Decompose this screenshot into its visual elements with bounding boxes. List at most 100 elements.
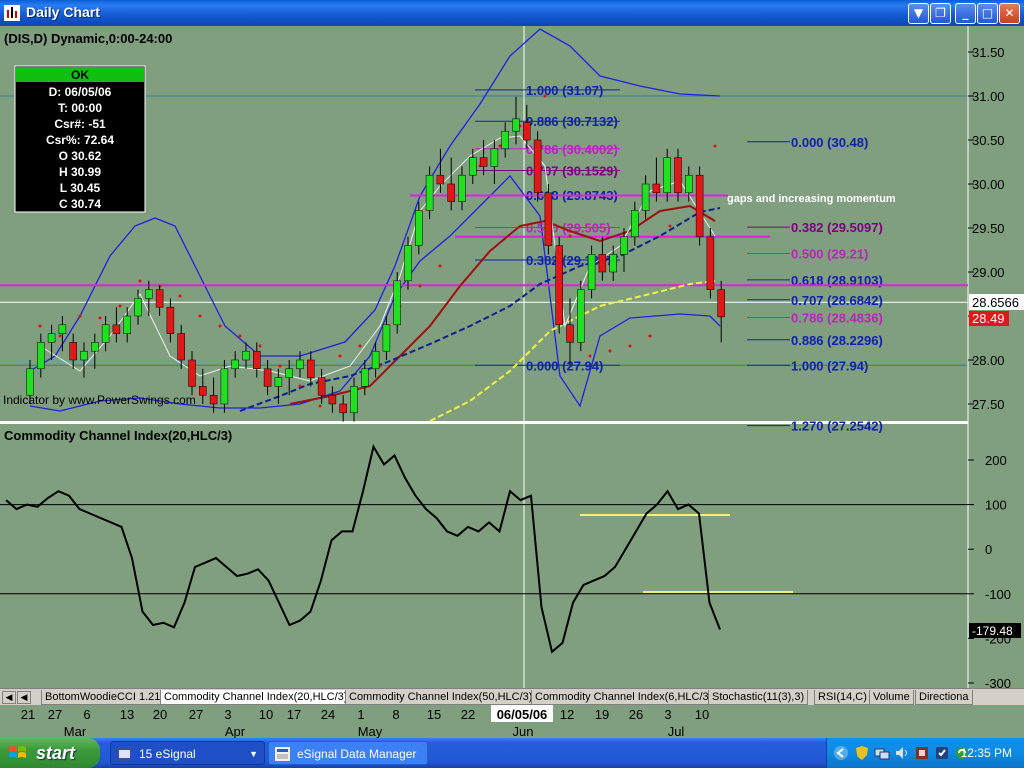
volume-icon[interactable]	[894, 745, 910, 761]
date-day-label: 17	[287, 707, 301, 722]
candle-body	[231, 359, 239, 370]
candle-body	[37, 342, 45, 370]
candle-body	[361, 368, 369, 387]
date-day-label: 22	[461, 707, 475, 722]
candle-body	[145, 289, 153, 299]
window-titlebar[interactable]: Daily Chart ▼ ❐ _ □ ✕	[0, 0, 1024, 26]
sar-dot	[648, 334, 652, 338]
clock: 12:35 PM	[960, 746, 1012, 760]
candle-body	[285, 368, 293, 378]
tab-cci-6[interactable]: Commodity Channel Index(6,HLC/3)	[531, 690, 717, 705]
back-arrow-icon[interactable]	[833, 745, 849, 761]
sar-dot	[138, 279, 142, 283]
fib-right-label: 0.382 (29.5097)	[791, 220, 883, 235]
window-title: Daily Chart	[26, 4, 100, 20]
network-icon[interactable]	[874, 745, 890, 761]
candle-body	[317, 377, 326, 396]
cursor-status: OK	[71, 68, 89, 82]
app-tray-icon[interactable]	[914, 745, 930, 761]
sar-dot	[238, 334, 242, 338]
taskbar-label-data-manager: eSignal Data Manager	[297, 747, 417, 761]
candle-body	[609, 254, 617, 273]
candle-body	[652, 183, 661, 194]
fib-right-label: 0.707 (28.6842)	[791, 293, 883, 308]
start-button[interactable]: start	[0, 738, 100, 768]
candle-body	[47, 333, 56, 343]
sar-dot	[338, 354, 342, 358]
candle-body	[199, 386, 207, 396]
candle-body	[393, 280, 401, 326]
tab-bottomwoodiecci[interactable]: BottomWoodieCCI 1.21	[41, 690, 165, 705]
cci-label: -300	[985, 676, 1011, 688]
candle-body	[80, 350, 88, 361]
candle-body	[177, 333, 185, 361]
chart-canvas[interactable]: 1.000 (31.07)0.886 (30.7132)0.786 (30.40…	[0, 26, 1024, 688]
current-price-tag: 28.6566	[969, 294, 1024, 310]
candle-body	[209, 394, 218, 405]
sar-dot	[498, 144, 502, 148]
candle-body	[274, 377, 283, 387]
date-day-label: 6	[83, 707, 90, 722]
candle-body	[425, 174, 434, 211]
candle-body	[533, 139, 542, 194]
chart-area[interactable]: 1.000 (31.07) 0.886 (30.7132) 0.786 (30.40…	[0, 26, 1024, 688]
sar-dot	[258, 344, 262, 348]
sar-dot	[38, 324, 42, 328]
cursor-row: O 30.62	[59, 149, 102, 163]
sar-dot	[118, 304, 122, 308]
date-day-label: 19	[595, 707, 609, 722]
start-label: start	[36, 743, 76, 763]
sar-dot	[568, 234, 572, 238]
date-day-label: 27	[48, 707, 62, 722]
close-button[interactable]: ✕	[999, 3, 1020, 24]
system-tray: 12:35 PM	[826, 738, 1024, 768]
maximize-button[interactable]: □	[977, 3, 998, 24]
candle-body	[706, 236, 715, 290]
cci-title: Commodity Channel Index(20,HLC/3)	[4, 428, 232, 443]
chart-app-icon	[4, 5, 20, 21]
candle-body	[436, 174, 445, 185]
cci-axis: 2001000-100-200-300	[968, 453, 1011, 688]
current-price: 28.6566	[972, 295, 1019, 310]
cursor-row: D: 06/05/06	[49, 85, 112, 99]
data-manager-icon	[275, 747, 290, 761]
price-label: 31.00	[972, 89, 1005, 104]
candle-body	[134, 298, 142, 317]
candle-body	[112, 324, 121, 334]
restore-button[interactable]: ❐	[930, 3, 951, 24]
sar-dot	[98, 316, 102, 320]
fib-right-label: 0.500 (29.21)	[791, 247, 868, 262]
taskbar-button-esignal[interactable]: 15 eSignal ▼	[110, 741, 265, 765]
dropdown-button[interactable]: ▼	[908, 3, 929, 24]
taskbar-button-data-manager[interactable]: eSignal Data Manager	[268, 741, 428, 765]
candle-body	[587, 254, 596, 290]
tab-directional[interactable]: Directiona	[915, 690, 973, 705]
tab-scroll-left2[interactable]: ◀	[17, 691, 31, 704]
candle-body	[458, 174, 466, 202]
sar-dot	[78, 314, 82, 318]
candle-body	[663, 157, 671, 194]
tab-cci-50[interactable]: Commodity Channel Index(50,HLC/3)	[345, 690, 537, 705]
tab-volume[interactable]: Volume	[869, 690, 914, 705]
date-month-label: Mar	[64, 724, 87, 738]
price-label: 31.50	[972, 45, 1005, 60]
tab-rsi[interactable]: RSI(14,C)	[814, 690, 871, 705]
security-icon[interactable]	[934, 745, 950, 761]
minimize-button[interactable]: _	[955, 3, 976, 24]
tab-scroll-left[interactable]: ◀	[2, 691, 16, 704]
tab-stochastic[interactable]: Stochastic(11(3),3)	[708, 690, 809, 705]
indicator-credit: Indicator by www.PowerSwings.com	[3, 393, 196, 407]
candle-body	[123, 315, 131, 334]
sar-dot	[298, 384, 302, 388]
candle-body	[404, 245, 412, 282]
group-dropdown-icon[interactable]: ▼	[249, 742, 258, 764]
candle-body	[512, 118, 520, 132]
tab-cci-20[interactable]: Commodity Channel Index(20,HLC/3)	[160, 690, 352, 705]
candle-body	[544, 192, 553, 246]
sar-dot	[418, 284, 422, 288]
sar-dot	[178, 294, 182, 298]
shield-icon[interactable]	[854, 745, 870, 761]
price-label: 30.50	[972, 133, 1005, 148]
candle-body	[253, 350, 261, 370]
taskbar: start 15 eSignal ▼ eSignal Data Manager …	[0, 738, 1024, 768]
